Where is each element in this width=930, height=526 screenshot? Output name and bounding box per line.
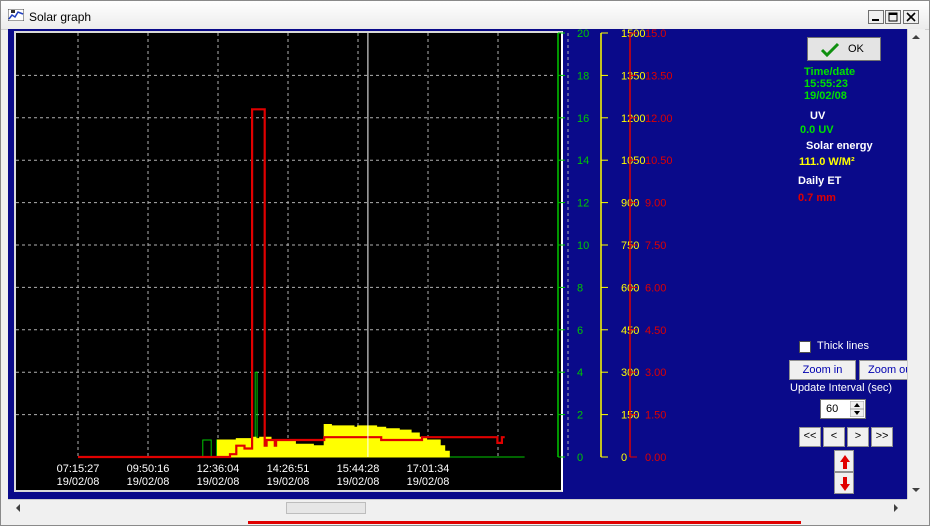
solar-chart: 07:15:2719/02/0809:50:1619/02/0812:36:04… xyxy=(16,29,673,488)
horizontal-scrollbar[interactable] xyxy=(8,499,907,517)
uv-axis-tick-label: 10 xyxy=(577,240,589,252)
x-tick-date: 19/02/08 xyxy=(267,476,310,488)
uv-value: 0.0 UV xyxy=(800,124,834,136)
time-date-label: Time/date xyxy=(804,66,856,78)
et-axis-tick-label: 4.50 xyxy=(645,325,666,337)
checkmark-icon xyxy=(820,42,840,58)
date-value: 19/02/08 xyxy=(804,90,847,102)
scroll-left-icon[interactable] xyxy=(10,500,26,516)
nav-first-button[interactable]: << xyxy=(799,427,821,447)
x-tick-date: 19/02/08 xyxy=(407,476,450,488)
daily-et-label: Daily ET xyxy=(798,175,842,187)
progress-line xyxy=(248,521,801,524)
x-tick-time: 15:44:28 xyxy=(337,463,380,475)
solar-energy-value: 111.0 W/M² xyxy=(799,156,855,168)
scroll-right-icon[interactable] xyxy=(888,500,904,516)
nav-last-button[interactable]: >> xyxy=(871,427,893,447)
minimize-button[interactable] xyxy=(868,10,884,24)
uv-axis-tick-label: 4 xyxy=(577,367,583,379)
maximize-icon xyxy=(888,12,898,22)
red-arrow-up-icon xyxy=(840,455,850,469)
red-arrow-down-icon xyxy=(840,477,850,491)
time-value: 15:55:23 xyxy=(804,78,849,90)
ok-button-label: OK xyxy=(848,43,864,55)
solar-axis-tick-label: 1500 xyxy=(621,29,645,40)
minimize-icon xyxy=(872,19,879,21)
spinner-arrows-icon[interactable] xyxy=(850,401,864,417)
et-axis-tick-label: 12.00 xyxy=(645,113,673,125)
et-axis-tick-label: 10.50 xyxy=(645,155,673,167)
solar-axis-tick-label: 1050 xyxy=(621,155,645,167)
solar-energy-label: Solar energy xyxy=(806,140,873,152)
uv-axis-tick-label: 12 xyxy=(577,198,589,210)
daily-et-series xyxy=(78,108,505,459)
x-tick-time: 09:50:16 xyxy=(127,463,170,475)
et-axis-tick-label: 1.50 xyxy=(645,410,666,422)
close-button[interactable] xyxy=(903,10,919,24)
uv-axis-tick-label: 14 xyxy=(577,155,589,167)
et-axis-tick-label: 13.50 xyxy=(645,70,673,82)
uv-label: UV xyxy=(810,110,826,122)
window-title: Solar graph xyxy=(29,10,92,24)
et-axis-tick-label: 7.50 xyxy=(645,240,666,252)
et-axis-tick-label: 3.00 xyxy=(645,367,666,379)
et-axis-tick-label: 0.00 xyxy=(645,452,666,464)
uv-axis-tick-label: 0 xyxy=(577,452,583,464)
uv-axis-tick-label: 2 xyxy=(577,410,583,422)
daily-et-value: 0.7 mm xyxy=(798,192,836,204)
scroll-up-red-button[interactable] xyxy=(834,450,854,472)
zoom-out-label: Zoom out xyxy=(868,364,907,376)
update-interval-spinner[interactable]: 60 xyxy=(820,399,866,419)
solar-axis-tick-label: 0 xyxy=(621,452,627,464)
scroll-down-red-button[interactable] xyxy=(834,472,854,494)
scroll-up-icon[interactable] xyxy=(908,29,924,45)
update-interval-label: Update Interval (sec) xyxy=(790,382,893,394)
solar-graph-window: Solar graph 07:15:27 19/02/08 09:50:16 19/0… xyxy=(0,0,930,526)
uv-axis-tick-label: 8 xyxy=(577,282,583,294)
zoom-in-button[interactable]: Zoom in xyxy=(789,360,856,380)
solar-axis-tick-label: 1350 xyxy=(621,70,645,82)
et-axis-tick-label: 6.00 xyxy=(645,282,666,294)
uv-axis-tick-label: 18 xyxy=(577,70,589,82)
uv-axis-tick-label: 16 xyxy=(577,113,589,125)
title-bar[interactable]: Solar graph xyxy=(1,1,929,30)
nav-next-button[interactable]: > xyxy=(847,427,869,447)
x-tick-date: 19/02/08 xyxy=(127,476,170,488)
scroll-down-icon[interactable] xyxy=(908,482,924,498)
uv-axis-tick-label: 6 xyxy=(577,325,583,337)
x-tick-time: 12:36:04 xyxy=(197,463,240,475)
maximize-button[interactable] xyxy=(885,10,901,24)
ok-button[interactable]: OK xyxy=(807,37,881,61)
x-tick-date: 19/02/08 xyxy=(337,476,380,488)
x-tick-time: 17:01:34 xyxy=(407,463,450,475)
horizontal-scroll-thumb[interactable] xyxy=(286,502,366,514)
thick-lines-checkbox[interactable] xyxy=(799,341,811,353)
app-icon xyxy=(8,9,24,21)
zoom-in-label: Zoom in xyxy=(802,364,843,376)
client-area: 07:15:27 19/02/08 09:50:16 19/02/08 12:36:04… xyxy=(8,29,907,495)
x-tick-date: 19/02/08 xyxy=(197,476,240,488)
solar-axis-tick-label: 1200 xyxy=(621,113,645,125)
zoom-out-button[interactable]: Zoom out xyxy=(859,360,907,380)
x-tick-time: 07:15:27 xyxy=(57,463,100,475)
nav-prev-button[interactable]: < xyxy=(823,427,845,447)
et-axis-tick-label: 15.0 xyxy=(645,29,666,40)
et-axis-tick-label: 9.00 xyxy=(645,198,666,210)
thick-lines-label: Thick lines xyxy=(817,340,869,352)
uv-axis-tick-label: 20 xyxy=(577,29,589,40)
vertical-scrollbar[interactable] xyxy=(907,29,925,499)
close-icon xyxy=(906,12,916,22)
update-interval-value: 60 xyxy=(826,403,839,415)
x-tick-date: 19/02/08 xyxy=(57,476,100,488)
x-tick-time: 14:26:51 xyxy=(267,463,310,475)
